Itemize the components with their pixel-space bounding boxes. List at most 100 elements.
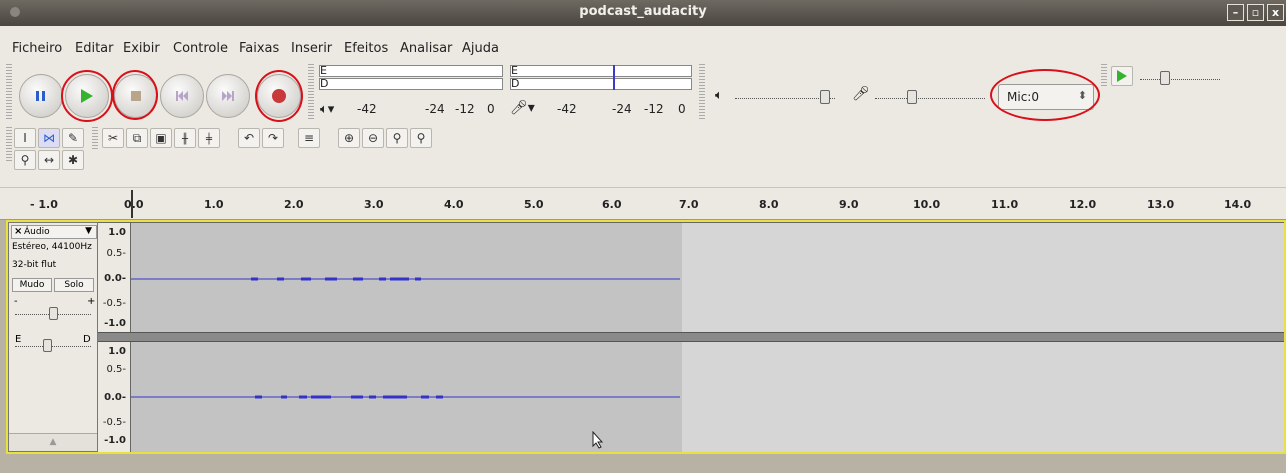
- gain-thumb[interactable]: [49, 307, 58, 320]
- mixer-grip[interactable]: [699, 64, 705, 120]
- playspeed-grip[interactable]: [1101, 64, 1107, 86]
- ruler-tick: 1.0: [204, 198, 224, 211]
- pan-thumb[interactable]: [43, 339, 52, 352]
- menu-editar[interactable]: Editar: [75, 41, 114, 56]
- selection-tool-button[interactable]: I: [14, 128, 36, 148]
- pause-icon: [36, 91, 45, 101]
- channel1-wave-line: [131, 277, 680, 281]
- output-volume-thumb[interactable]: [820, 90, 830, 104]
- playhead-marker: [131, 190, 133, 218]
- ruler-tick: 9.0: [839, 198, 859, 211]
- ruler-tick: 5.0: [524, 198, 544, 211]
- minimize-button[interactable]: –: [1227, 4, 1244, 21]
- undo-button[interactable]: ↶: [238, 128, 260, 148]
- copy-icon: ⧉: [132, 131, 142, 145]
- solo-button[interactable]: Solo: [54, 278, 94, 292]
- out-scale-42: -42: [357, 102, 377, 116]
- channel1-waveform[interactable]: [131, 222, 1286, 332]
- redo-button[interactable]: ↷: [262, 128, 284, 148]
- mute-button[interactable]: Mudo: [12, 278, 52, 292]
- skip-end-icon: [222, 91, 234, 101]
- menu-controle[interactable]: Controle: [173, 41, 228, 56]
- play-highlight-ring: [61, 70, 113, 122]
- input-meter-left: [510, 65, 692, 77]
- tools-grip[interactable]: [6, 127, 12, 163]
- stop-highlight-ring: [112, 70, 158, 120]
- input-volume-icon: 🎤︎: [852, 86, 870, 102]
- gain-minus: -: [14, 296, 18, 307]
- trim-button[interactable]: ╫: [174, 128, 196, 148]
- play-at-speed-icon: [1117, 70, 1127, 82]
- scale-label: -0.5-: [102, 417, 126, 428]
- pan-slider[interactable]: [15, 346, 91, 347]
- menu-analisar[interactable]: Analisar: [400, 41, 452, 56]
- timeshift-tool-button[interactable]: ↔: [38, 150, 60, 170]
- zoom-in-icon: ⊕: [343, 131, 355, 145]
- maximize-button[interactable]: ▫: [1247, 4, 1264, 21]
- input-volume-thumb[interactable]: [907, 90, 917, 104]
- menu-exibir[interactable]: Exibir: [123, 41, 160, 56]
- fit-selection-button[interactable]: ⚲: [386, 128, 408, 148]
- record-highlight-ring: [255, 70, 303, 122]
- sync-lock-button[interactable]: ≡: [298, 128, 320, 148]
- multi-tool-button[interactable]: ✱: [62, 150, 84, 170]
- meter-grip[interactable]: [308, 64, 314, 120]
- scale-label: 0.5-: [106, 248, 126, 259]
- zoom-tool-button[interactable]: ⚲: [14, 150, 36, 170]
- skip-to-start-button[interactable]: [160, 74, 204, 118]
- in-scale-12: -12: [644, 102, 664, 116]
- channel1-scale: 1.0 0.5- 0.0- -0.5- -1.0: [98, 222, 131, 332]
- ruler-tick: 7.0: [679, 198, 699, 211]
- collapse-track-button[interactable]: ▲: [9, 433, 97, 451]
- paste-button[interactable]: ▣: [150, 128, 172, 148]
- zoom-out-button[interactable]: ⊖: [362, 128, 384, 148]
- timeshift-icon: ↔: [43, 153, 55, 167]
- speed-slider[interactable]: [1140, 79, 1220, 80]
- pause-button[interactable]: [19, 74, 63, 118]
- fit-project-icon: ⚲: [416, 131, 426, 145]
- play-at-speed-button[interactable]: [1111, 66, 1133, 86]
- silence-icon: ╪: [205, 134, 213, 145]
- fit-project-button[interactable]: ⚲: [410, 128, 432, 148]
- speaker-icon[interactable]: 🔈︎▾: [320, 102, 334, 117]
- menu-inserir[interactable]: Inserir: [291, 41, 332, 56]
- scale-label: 1.0: [108, 227, 126, 238]
- transport-grip[interactable]: [6, 64, 12, 120]
- menu-ficheiro[interactable]: Ficheiro: [12, 41, 62, 56]
- pan-left: E: [15, 334, 22, 345]
- menu-bar: Ficheiro Editar Exibir Controle Faixas I…: [0, 37, 1286, 59]
- envelope-tool-button[interactable]: ⋈: [38, 128, 60, 148]
- edit-grip[interactable]: [92, 127, 98, 149]
- ruler-tick: 10.0: [913, 198, 941, 211]
- device-highlight-ring: [990, 69, 1100, 121]
- channel2-waveform[interactable]: [131, 342, 1286, 452]
- zoom-in-button[interactable]: ⊕: [338, 128, 360, 148]
- in-scale-42: -42: [557, 102, 577, 116]
- close-track-icon[interactable]: ×: [14, 226, 22, 237]
- ruler-tick: 11.0: [991, 198, 1019, 211]
- menu-faixas[interactable]: Faixas: [239, 41, 279, 56]
- draw-tool-button[interactable]: ✎: [62, 128, 84, 148]
- zoom-out-icon: ⊖: [367, 131, 379, 145]
- input-meter-right: [510, 78, 692, 90]
- menu-efeitos[interactable]: Efeitos: [344, 41, 388, 56]
- microphone-icon[interactable]: 🎤︎▾: [510, 100, 535, 116]
- input-channel-e: E: [511, 64, 518, 77]
- track-name-menu[interactable]: × Áudio ▼: [11, 225, 97, 239]
- pencil-icon: ✎: [67, 131, 79, 145]
- channel-divider: [98, 332, 1286, 342]
- input-volume-slider[interactable]: [875, 98, 985, 99]
- speed-thumb[interactable]: [1160, 71, 1170, 85]
- skip-to-end-button[interactable]: [206, 74, 250, 118]
- timeline-ruler[interactable]: - 1.0 0.0 1.0 2.0 3.0 4.0 5.0 6.0 7.0 8.…: [0, 188, 1286, 220]
- collapse-arrow-icon: ▲: [49, 437, 57, 447]
- cut-button[interactable]: ✂: [102, 128, 124, 148]
- menu-ajuda[interactable]: Ajuda: [462, 41, 499, 56]
- track-bitdepth: 32-bit flut: [12, 260, 57, 270]
- status-bar: [0, 456, 1286, 473]
- close-button[interactable]: x: [1267, 4, 1284, 21]
- copy-button[interactable]: ⧉: [126, 128, 148, 148]
- silence-button[interactable]: ╪: [198, 128, 220, 148]
- scale-label: 0.0-: [104, 273, 126, 284]
- ruler-tick: 2.0: [284, 198, 304, 211]
